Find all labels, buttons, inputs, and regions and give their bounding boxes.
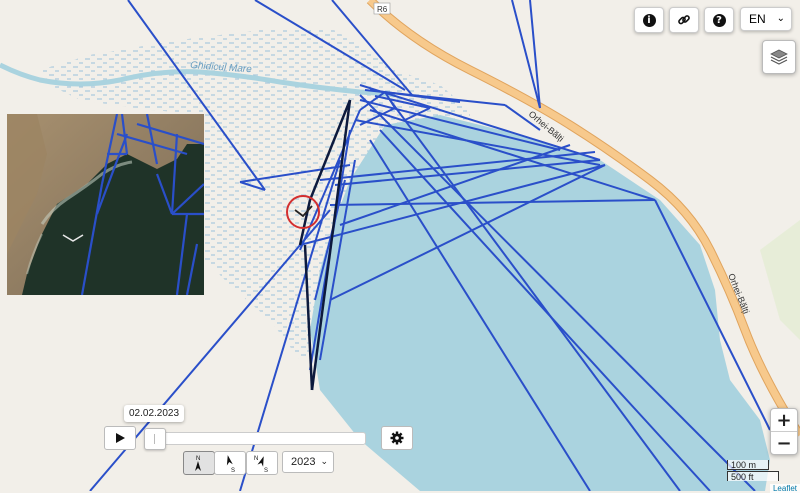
svg-text:N: N [196,456,200,462]
svg-text:S: S [264,468,268,473]
layers-button[interactable] [762,40,796,74]
language-select[interactable]: EN ⌄ [740,7,792,31]
link-icon [678,15,690,25]
settings-button[interactable] [381,426,413,450]
chevron-down-icon: ⌄ [776,13,785,24]
zoom-out-button[interactable]: − [771,431,797,454]
help-button[interactable]: ? [704,7,734,33]
heading-up-button[interactable]: S [214,451,246,475]
year-select[interactable]: 2023 ⌄ [282,451,334,473]
info-button[interactable]: i [634,7,664,33]
attribution-link[interactable]: Leaflet [769,484,800,493]
heading-arrow-icon: S [226,455,235,473]
link-button[interactable] [669,7,699,33]
timeline-slider-handle[interactable] [144,428,166,450]
scale-metric: 100 m [727,460,769,470]
play-button[interactable] [104,426,136,450]
year-value: 2023 [291,456,316,468]
road-code-label: R6 [377,5,388,14]
compass-arrow-icon: N S [254,456,268,473]
help-icon: ? [712,13,726,27]
info-icon: i [642,13,656,27]
chevron-down-icon: ⌄ [320,456,328,466]
zoom-in-button[interactable]: + [771,409,797,431]
rotating-north-button[interactable]: N S [246,451,278,475]
svg-text:S: S [231,468,235,473]
scale-imperial: 500 ft [727,471,779,482]
current-date-label: 02.02.2023 [124,405,185,422]
north-up-button[interactable]: N [183,451,215,475]
language-value: EN [749,12,766,26]
gear-icon [390,431,404,445]
timeline-slider[interactable] [144,432,366,445]
satellite-inset [7,114,204,295]
grass-area [760,220,800,340]
zoom-control: + − [770,408,798,455]
svg-text:N: N [254,456,258,462]
north-arrow-icon: N [195,456,201,471]
layers-icon [770,49,788,65]
play-icon [116,433,125,443]
